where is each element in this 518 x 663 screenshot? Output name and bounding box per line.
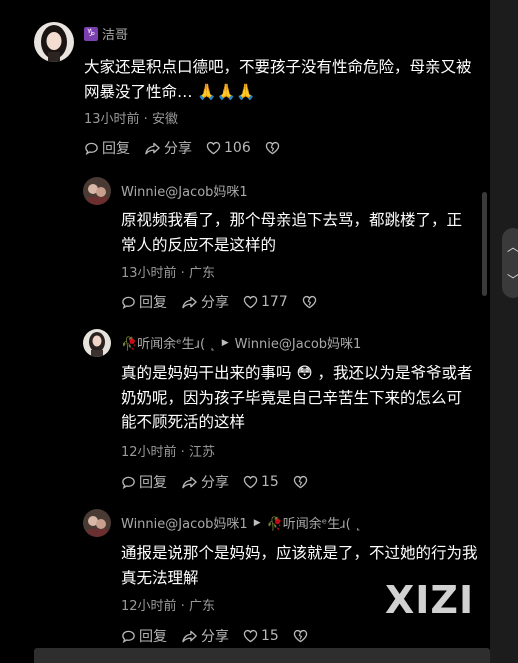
watermark-logo: XIZI [385,578,475,622]
broken-heart-icon [293,629,308,643]
comment-meta: 12小时前 · 广东 [121,599,215,614]
broken-heart-icon [302,295,316,309]
capricorn-icon: ♑ [84,26,98,41]
like-button[interactable]: 15 [243,628,279,644]
heart-icon [243,629,258,643]
dislike-button[interactable] [265,141,280,155]
like-button[interactable]: 177 [243,294,288,310]
reply-icon [85,142,98,155]
avatar[interactable] [83,329,111,357]
comment-actions: 回复 分享 15 [121,626,322,646]
comment-actions: 回复 分享 15 [121,472,322,492]
dislike-button[interactable] [293,629,308,643]
comment-text: 大家还是积点口德吧，不要孩子没有性命危险，母亲又被网暴没了性命… 🙏🙏🙏 [84,58,472,101]
share-button[interactable]: 分享 [144,138,192,158]
like-count: 177 [261,294,288,310]
chevron-down-icon[interactable]: ﹀ [507,271,518,288]
comment-author[interactable]: Winnie@Jacob妈咪1 [121,181,248,200]
reply-arrow-icon: ▶ [253,517,261,528]
comment-meta: 13小时前 · 广东 [121,266,215,281]
broken-heart-icon [265,141,279,155]
share-icon [145,142,160,154]
comment-author[interactable]: 🥀听闻余ᵉ生ɹ( ˛ ▶ Winnie@Jacob妈咪1 [121,333,361,352]
comment-input-bar[interactable] [34,648,490,663]
avatar[interactable] [83,177,111,205]
like-button[interactable]: 15 [243,474,279,490]
comment-actions: 回复 分享 106 [84,138,294,158]
reply-button[interactable]: 回复 [121,292,167,312]
chevron-up-icon[interactable]: ︿ [507,238,518,255]
heart-icon [206,141,221,155]
heart-icon [243,295,258,309]
comment-text: 原视频我看了，那个母亲追下去骂，都跳楼了，正常人的反应不是这样的 [121,211,463,254]
avatar[interactable] [83,509,111,537]
comment-actions: 回复 分享 177 [121,292,331,312]
dislike-button[interactable] [302,295,317,309]
reply-button[interactable]: 回复 [121,626,167,646]
avatar[interactable] [34,22,74,62]
scrollbar-thumb[interactable] [482,192,487,296]
share-icon [182,476,197,488]
reply-icon [122,476,135,489]
share-button[interactable]: 分享 [181,472,229,492]
dislike-button[interactable] [293,475,308,489]
reply-icon [122,296,135,309]
like-count: 15 [261,474,279,490]
reply-button[interactable]: 回复 [121,472,167,492]
comment-meta: 13小时前 · 安徽 [84,112,178,127]
share-icon [182,630,197,642]
heart-icon [243,475,258,489]
video-nav-control[interactable]: ︿ ﹀ [502,228,518,298]
like-count: 15 [261,628,279,644]
broken-heart-icon [293,475,308,489]
reply-to-user[interactable]: 🥀听闻余ᵉ生ɹ( ˛ [267,513,362,532]
share-button[interactable]: 分享 [181,292,229,312]
clipped-top-text [80,0,270,6]
comment-text: 真的是妈妈干出来的事吗 😳 ，我还以为是爷爷或者奶奶呢，因为孩子毕竟是自己辛苦生… [121,364,473,431]
reply-button[interactable]: 回复 [84,138,130,158]
comment-author[interactable]: Winnie@Jacob妈咪1 ▶ 🥀听闻余ᵉ生ɹ( ˛ [121,513,361,532]
like-count: 106 [224,140,251,156]
share-button[interactable]: 分享 [181,626,229,646]
reply-arrow-icon: ▶ [221,337,229,348]
comment-meta: 12小时前 · 江苏 [121,445,215,460]
reply-icon [122,630,135,643]
comment-author[interactable]: ♑ 洁哥 [84,24,128,43]
share-icon [182,296,197,308]
like-button[interactable]: 106 [206,140,251,156]
side-panel [490,0,518,663]
reply-to-user[interactable]: Winnie@Jacob妈咪1 [235,333,362,352]
